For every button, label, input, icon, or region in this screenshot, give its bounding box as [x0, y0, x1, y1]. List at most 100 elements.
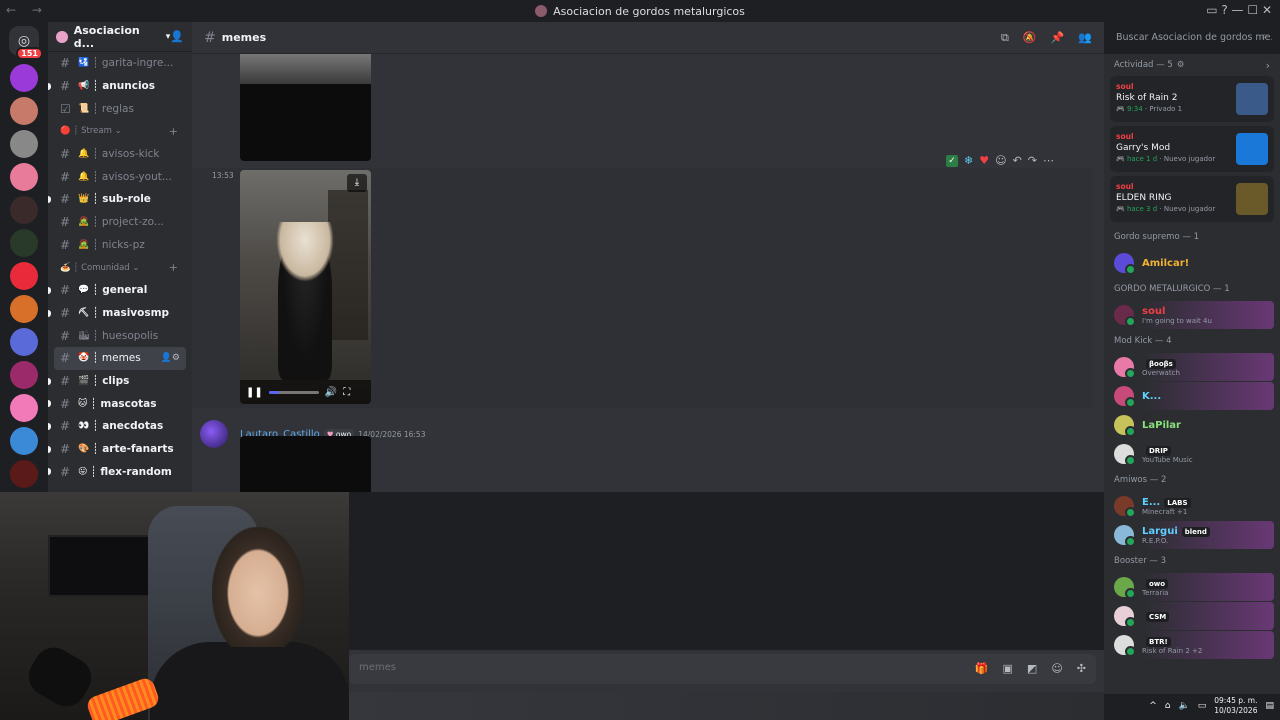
server-icon[interactable]	[10, 196, 38, 224]
home-button[interactable]: ◎ 151	[9, 26, 43, 60]
download-icon[interactable]: ⤓	[347, 174, 367, 192]
volume-icon[interactable]: 🔊	[325, 387, 337, 398]
add-channel-icon[interactable]: +	[169, 261, 178, 274]
channel-label: avisos-yout...	[101, 170, 172, 183]
mute-icon[interactable]: 🔕	[1023, 31, 1037, 45]
server-icon[interactable]	[10, 229, 38, 257]
check-reaction-icon[interactable]: ✓	[946, 154, 958, 167]
channel-sub-role[interactable]: # 👑 ┊ sub-role	[48, 188, 192, 211]
server-icon[interactable]	[10, 130, 38, 158]
hash-icon: #	[60, 373, 71, 388]
member-item[interactable]: βοοβs Overwatch	[1110, 353, 1274, 381]
snowflake-reaction-icon[interactable]: ❄	[964, 154, 973, 167]
channel-project-zo[interactable]: # 🧟 ┊ project-zo...	[48, 211, 192, 234]
search-input[interactable]: Buscar Asociacion de gordos me... ⌕	[1110, 28, 1272, 48]
member-item[interactable]: E... LABS Minecraft +1	[1110, 492, 1274, 520]
channel-category[interactable]: 🍝 ┊ Comunidad ⌄ +	[48, 256, 192, 279]
more-icon[interactable]: ⋯	[1043, 154, 1054, 167]
channel-memes[interactable]: # 🤡 ┊ memes 👤⚙	[54, 346, 186, 370]
channel-arte-fanarts[interactable]: # 🎨 ┊ arte-fanarts	[48, 438, 192, 461]
video-attachment[interactable]	[240, 436, 371, 492]
gif-icon[interactable]: ▣	[1003, 662, 1013, 675]
network-icon[interactable]: ⌂	[1165, 701, 1171, 711]
pause-icon[interactable]: ❚❚	[246, 387, 263, 398]
server-icon[interactable]	[10, 64, 38, 92]
members-icon[interactable]: 👥	[1078, 31, 1092, 45]
chevron-right-icon[interactable]: ›	[1266, 59, 1270, 72]
reply-icon[interactable]: ↶	[1013, 154, 1022, 167]
activity-card[interactable]: soul Risk of Rain 2 🎮 9:34 · Privado 1	[1110, 76, 1274, 122]
channel-garita-ingre[interactable]: # 🛂 ┊ garita-ingre...	[48, 52, 192, 75]
channel-clips[interactable]: # 🎬 ┊ clips	[48, 370, 192, 393]
add-reaction-icon[interactable]: ☺	[995, 154, 1006, 167]
nav-arrows[interactable]: ← →	[6, 3, 48, 17]
member-item[interactable]: DRIP YouTube Music	[1110, 440, 1274, 468]
channel-general[interactable]: # 💬 ┊ general	[48, 279, 192, 302]
game-icon	[1236, 83, 1268, 115]
hash-icon: #	[60, 56, 71, 71]
channel-anuncios[interactable]: # 📢 ┊ anuncios	[48, 75, 192, 98]
activity-card[interactable]: soul ELDEN RING 🎮 hace 3 d · Nuevo jugad…	[1110, 176, 1274, 222]
message-input[interactable]: memes 🎁 ▣ ◩ ☺ ✣	[349, 654, 1096, 684]
gift-icon[interactable]: 🎁	[975, 662, 989, 675]
channel-label: anuncios	[102, 80, 156, 93]
forward-icon[interactable]: ↷	[1028, 154, 1037, 167]
activity-header[interactable]: Actividad — 5 ⚙ ›	[1104, 54, 1280, 76]
member-item[interactable]: owo Terraria	[1110, 573, 1274, 601]
category-emoji: 🔴	[60, 126, 71, 137]
server-icon[interactable]	[10, 427, 38, 455]
invite-icon[interactable]: 👤	[170, 30, 184, 43]
server-icon[interactable]	[10, 361, 38, 389]
message-actions: ✓ ❄ ♥ ☺ ↶ ↷ ⋯	[946, 154, 1054, 167]
add-channel-icon[interactable]: +	[169, 125, 178, 138]
fullscreen-icon[interactable]: ⛶	[343, 387, 350, 398]
emoji-icon[interactable]: ☺	[1051, 662, 1062, 675]
pin-icon[interactable]: 📌	[1051, 31, 1065, 45]
channel-flex-random[interactable]: # 😛 ┊ flex-random	[48, 460, 192, 483]
channel-settings-icon[interactable]: 👤⚙	[161, 353, 180, 363]
member-item[interactable]: K...	[1110, 382, 1274, 410]
heart-reaction-icon[interactable]: ♥	[979, 154, 989, 167]
video-attachment[interactable]: ⤓ ❚❚ 🔊 ⛶	[240, 170, 371, 404]
threads-icon[interactable]: ⧉	[1001, 31, 1009, 45]
volume-icon[interactable]: 🔈	[1179, 701, 1190, 711]
member-item[interactable]: Largui blend R.E.P.O.	[1110, 521, 1274, 549]
member-item[interactable]: LaPilar	[1110, 411, 1274, 439]
channel-avisos-kick[interactable]: # 🔔 ┊ avisos-kick	[48, 143, 192, 166]
avatar	[1114, 305, 1136, 327]
unread-badge: 151	[16, 47, 43, 60]
server-icon[interactable]	[10, 460, 38, 488]
channel-masivosmp[interactable]: # ⛏ ┊ masivosmp	[48, 302, 192, 325]
member-item[interactable]: Amilcar!	[1110, 249, 1274, 277]
window-controls[interactable]: ▭ ? — ☐ ✕	[1206, 3, 1272, 17]
server-header[interactable]: Asociacion d... ▾ 👤	[48, 22, 192, 52]
member-item[interactable]: BTR! Risk of Rain 2 +2	[1110, 631, 1274, 659]
channel-huesopolis[interactable]: # 🏙 ┊ huesopolis	[48, 324, 192, 347]
member-item[interactable]: soul I'm going to wait 4u	[1110, 301, 1274, 329]
channel-nicks-pz[interactable]: # 🧟 ┊ nicks-pz	[48, 234, 192, 257]
avatar[interactable]	[200, 420, 228, 448]
server-icon[interactable]	[10, 295, 38, 323]
message-list: 13:53 ⤓ ❚❚ 🔊 ⛶ ✓ ❄ ♥ ☺ ↶ ↷ ⋯ Lautaro_Cas…	[192, 54, 1104, 492]
server-icon[interactable]	[10, 163, 38, 191]
sticker-icon[interactable]: ◩	[1027, 662, 1037, 675]
member-item[interactable]: CSM	[1110, 602, 1274, 630]
channel-avisos-yout[interactable]: # 🔔 ┊ avisos-yout...	[48, 165, 192, 188]
channel-reglas[interactable]: ☑ 📜 ┊ reglas	[48, 97, 192, 120]
activity-card[interactable]: soul Garry's Mod 🎮 hace 1 d · Nuevo juga…	[1110, 126, 1274, 172]
server-icon[interactable]	[10, 394, 38, 422]
server-icon[interactable]	[10, 97, 38, 125]
channel-mascotas[interactable]: # 🐱 ┊ mascotas	[48, 392, 192, 415]
tray-up-icon[interactable]: ^	[1149, 701, 1157, 711]
server-icon	[56, 30, 68, 43]
server-icon[interactable]	[10, 262, 38, 290]
clock[interactable]: 09:45 p. m. 10/03/2026	[1214, 696, 1257, 716]
server-icon[interactable]	[10, 328, 38, 356]
video-progress-bar[interactable]	[268, 390, 319, 394]
notification-icon[interactable]: ▤	[1265, 701, 1274, 711]
apps-icon[interactable]: ✣	[1077, 662, 1086, 675]
channel-anecdotas[interactable]: # 👀 ┊ anecdotas	[48, 415, 192, 438]
display-icon[interactable]: ▭	[1198, 701, 1207, 711]
channel-category[interactable]: 🔴 ┊ Stream ⌄ +	[48, 120, 192, 143]
previous-attachment[interactable]	[240, 54, 371, 161]
